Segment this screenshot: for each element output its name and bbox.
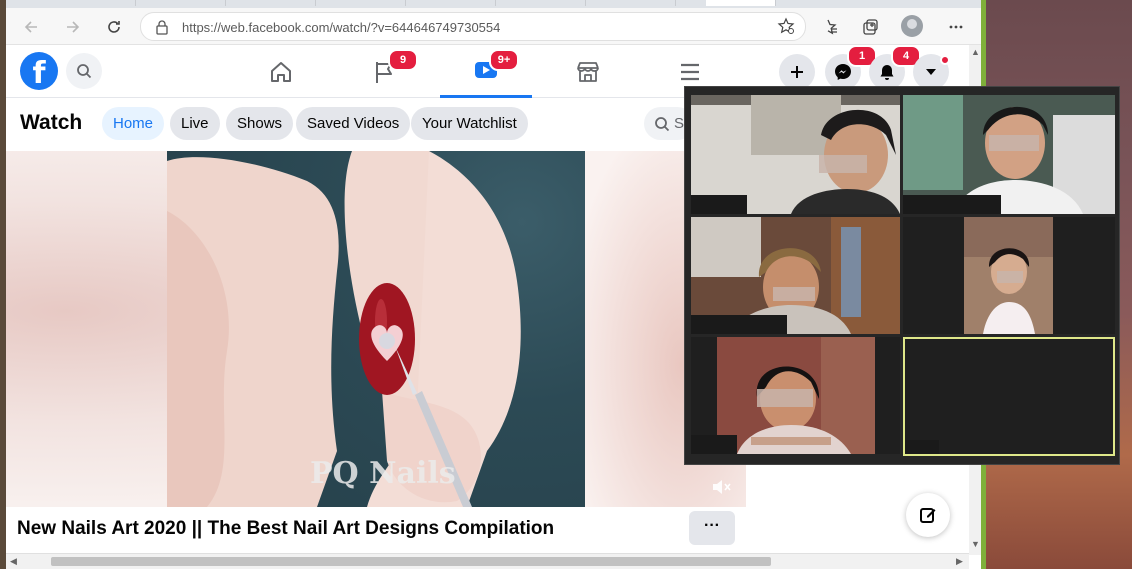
face-blur xyxy=(757,389,813,407)
horizontal-scrollbar[interactable]: ◀ ▶ xyxy=(6,553,969,569)
address-bar[interactable]: https://web.facebook.com/watch/?v=644646… xyxy=(140,12,806,41)
compose-icon xyxy=(920,508,936,523)
participant-name-bar xyxy=(691,195,747,214)
participant-tile[interactable] xyxy=(691,217,900,334)
nail-art-video-image xyxy=(167,151,521,507)
tab-strip xyxy=(6,0,981,8)
facebook-logo-icon[interactable]: f xyxy=(20,52,58,90)
tab-home[interactable]: Home xyxy=(102,107,165,140)
url-text: https://web.facebook.com/watch/?v=644646… xyxy=(182,20,501,35)
face-blur xyxy=(773,287,815,301)
tab-your-watchlist[interactable]: Your Watchlist xyxy=(411,107,528,140)
scroll-up-icon[interactable]: ▲ xyxy=(971,47,980,57)
face-blur xyxy=(989,135,1039,151)
participant-tile[interactable] xyxy=(691,337,900,454)
browser-tab[interactable] xyxy=(496,0,586,6)
account-alert-dot xyxy=(940,55,950,65)
browser-tab[interactable] xyxy=(406,0,496,6)
participant-tile[interactable] xyxy=(903,217,1115,334)
participant-name-bar xyxy=(691,435,737,454)
mute-icon[interactable] xyxy=(710,476,732,498)
scroll-left-icon[interactable]: ◀ xyxy=(10,556,17,567)
self-view-tile[interactable] xyxy=(903,337,1115,456)
face-blur xyxy=(819,155,867,173)
search-icon xyxy=(655,117,670,132)
face-blur xyxy=(997,271,1023,283)
search-icon[interactable] xyxy=(66,53,102,89)
star-icon[interactable] xyxy=(777,17,795,40)
scroll-right-icon[interactable]: ▶ xyxy=(956,556,963,567)
account-menu-icon[interactable] xyxy=(913,54,950,90)
participant-tile[interactable] xyxy=(903,95,1115,214)
scrollbar-thumb[interactable] xyxy=(51,557,771,566)
home-icon[interactable] xyxy=(235,45,327,98)
browser-tab[interactable] xyxy=(316,0,406,6)
pages-badge: 9 xyxy=(388,49,418,71)
watch-icon[interactable]: 9+ xyxy=(440,45,532,98)
forward-icon[interactable] xyxy=(60,14,86,40)
video-more-button[interactable]: ··· xyxy=(689,511,735,545)
refresh-icon[interactable] xyxy=(101,14,127,40)
browser-tab[interactable] xyxy=(586,0,676,6)
browser-tab-active[interactable] xyxy=(706,0,776,6)
tab-shows[interactable]: Shows xyxy=(226,107,294,140)
messenger-icon[interactable]: 1 xyxy=(825,45,877,90)
marketplace-icon[interactable] xyxy=(542,45,634,98)
browser-tab[interactable] xyxy=(226,0,316,6)
video-title[interactable]: New Nails Art 2020 || The Best Nail Art … xyxy=(17,518,554,540)
participant-name-bar xyxy=(903,195,1001,214)
scroll-down-icon[interactable]: ▼ xyxy=(971,539,980,549)
browser-toolbar: https://web.facebook.com/watch/?v=644646… xyxy=(6,8,981,45)
back-icon[interactable] xyxy=(18,14,44,40)
video-call-window[interactable] xyxy=(684,86,1120,465)
favorites-icon[interactable] xyxy=(816,14,842,40)
video-frame: PQ Nails xyxy=(167,151,585,507)
participant-tile[interactable] xyxy=(691,95,900,214)
new-message-button[interactable] xyxy=(906,493,950,537)
tab-live[interactable]: Live xyxy=(170,107,220,140)
participant-name-bar xyxy=(905,440,939,454)
tab-saved-videos[interactable]: Saved Videos xyxy=(296,107,411,140)
browser-tab[interactable] xyxy=(136,0,226,6)
more-icon[interactable] xyxy=(943,14,969,40)
participant-name-bar xyxy=(691,315,787,334)
lock-icon[interactable] xyxy=(155,19,169,35)
notifications-icon[interactable]: 4 xyxy=(869,45,921,90)
collections-icon[interactable] xyxy=(857,14,883,40)
create-icon[interactable] xyxy=(779,54,815,90)
page-title: Watch xyxy=(20,111,83,134)
video-player[interactable]: PQ Nails xyxy=(6,151,746,507)
profile-icon[interactable] xyxy=(901,15,923,37)
video-watermark: PQ Nails xyxy=(310,456,456,491)
pages-icon[interactable]: 9 xyxy=(338,45,430,98)
watch-badge: 9+ xyxy=(489,49,519,71)
browser-tab[interactable] xyxy=(46,0,136,6)
